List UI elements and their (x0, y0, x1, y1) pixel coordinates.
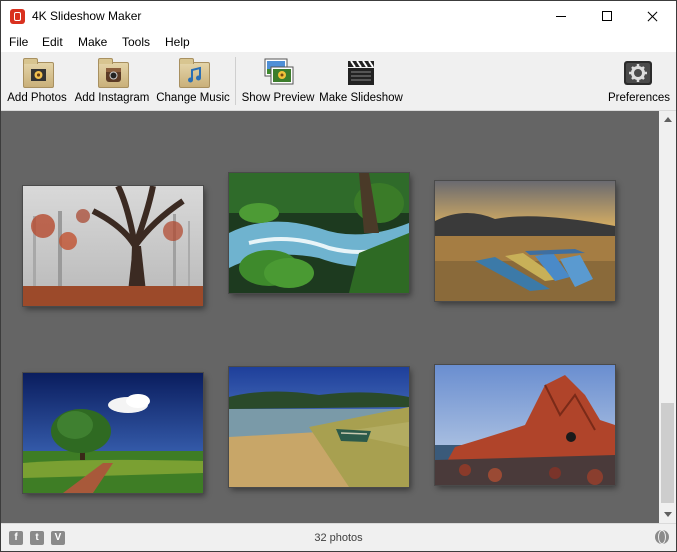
app-window: 4K Slideshow Maker File Edit Make Tools … (0, 0, 677, 552)
make-slideshow-label: Make Slideshow (319, 92, 403, 104)
preferences-gear-icon (623, 60, 653, 86)
music-folder-icon (179, 58, 210, 88)
title-bar: 4K Slideshow Maker (1, 1, 676, 32)
menu-edit[interactable]: Edit (42, 35, 63, 49)
preferences-label: Preferences (607, 92, 670, 104)
add-photos-label: Add Photos (7, 92, 67, 104)
menu-bar: File Edit Make Tools Help (1, 32, 676, 52)
clapperboard-icon (346, 58, 376, 86)
maximize-button[interactable] (584, 1, 630, 32)
photo-thumbnail[interactable] (435, 181, 615, 301)
show-preview-button[interactable]: Show Preview (241, 52, 315, 109)
menu-help[interactable]: Help (165, 35, 190, 49)
toolbar: Add Photos Add Instagram Change Music Sh… (1, 52, 676, 111)
photo-thumbnail[interactable] (23, 373, 203, 493)
scroll-down-arrow-icon[interactable] (659, 506, 676, 523)
scroll-up-arrow-icon[interactable] (659, 111, 676, 128)
photo-count: 32 photos (314, 532, 363, 544)
show-preview-label: Show Preview (241, 92, 315, 104)
window-title: 4K Slideshow Maker (32, 9, 142, 23)
menu-make[interactable]: Make (78, 35, 107, 49)
menu-file[interactable]: File (9, 35, 28, 49)
vertical-scrollbar[interactable] (659, 111, 676, 523)
photo-thumbnail[interactable] (229, 173, 409, 293)
toolbar-separator (235, 57, 236, 105)
app-logo-icon (10, 9, 25, 24)
minimize-button[interactable] (538, 1, 584, 32)
change-music-label: Change Music (156, 92, 230, 104)
add-photos-button[interactable]: Add Photos (5, 52, 69, 109)
close-button[interactable] (630, 1, 676, 32)
add-instagram-label: Add Instagram (74, 92, 150, 104)
scrollbar-thumb[interactable] (661, 403, 674, 503)
preview-photos-icon (264, 58, 294, 86)
preferences-button[interactable]: Preferences (605, 52, 673, 109)
instagram-folder-icon (98, 58, 129, 88)
status-bar: f t V 32 photos (1, 523, 676, 551)
globe-icon[interactable] (655, 530, 669, 544)
photos-folder-icon (23, 58, 54, 88)
photo-thumbnail[interactable] (229, 367, 409, 487)
change-music-button[interactable]: Change Music (156, 52, 230, 109)
photo-thumbnail[interactable] (435, 365, 615, 485)
add-instagram-button[interactable]: Add Instagram (73, 52, 151, 109)
make-slideshow-button[interactable]: Make Slideshow (319, 52, 403, 109)
photo-thumbnail[interactable] (23, 184, 203, 306)
photo-gallery (1, 111, 659, 523)
menu-tools[interactable]: Tools (122, 35, 150, 49)
